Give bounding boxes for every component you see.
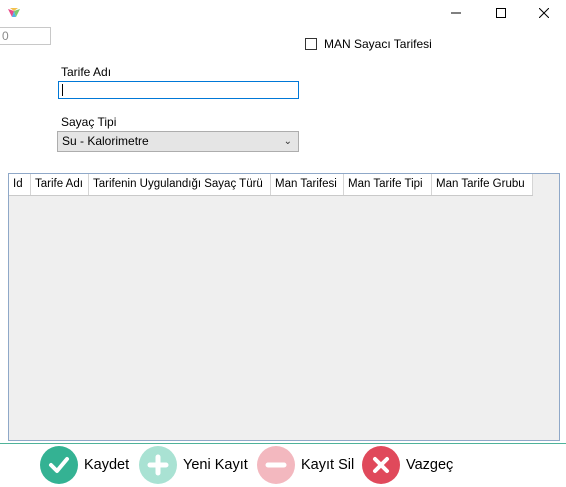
close-button[interactable] — [522, 0, 566, 26]
grid-header: Id Tarife Adı Tarifenin Uygulandığı Saya… — [9, 174, 533, 196]
chevron-down-icon: ⌄ — [283, 136, 292, 147]
new-record-button-label: Yeni Kayıt — [183, 457, 248, 473]
divider — [0, 443, 566, 444]
checkbox-box[interactable] — [305, 38, 317, 50]
x-icon — [362, 446, 400, 484]
minimize-button[interactable] — [434, 0, 478, 26]
sayac-tipi-value: Su - Kalorimetre — [62, 134, 149, 148]
close-icon — [539, 8, 549, 18]
tarife-grid[interactable]: Id Tarife Adı Tarifenin Uygulandığı Saya… — [8, 173, 560, 441]
delete-record-button-label: Kayıt Sil — [301, 457, 355, 473]
minus-icon — [257, 446, 295, 484]
id-field[interactable]: 0 — [0, 27, 51, 45]
cancel-button[interactable]: Vazgeç — [362, 446, 453, 484]
delete-record-button[interactable]: Kayıt Sil — [257, 446, 354, 484]
maximize-button[interactable] — [479, 0, 523, 26]
tarife-adi-input[interactable] — [58, 81, 299, 99]
sayac-tipi-label: Sayaç Tipi — [61, 115, 117, 129]
check-icon — [40, 446, 78, 484]
column-header-man-tarifesi[interactable]: Man Tarifesi — [271, 174, 344, 195]
column-header-man-tarife-grubu[interactable]: Man Tarife Grubu — [432, 174, 533, 195]
app-icon — [6, 5, 22, 21]
minimize-icon — [451, 12, 461, 14]
cancel-button-label: Vazgeç — [406, 457, 454, 473]
sayac-tipi-select[interactable]: Su - Kalorimetre ⌄ — [57, 131, 299, 152]
column-header-man-tarife-tipi[interactable]: Man Tarife Tipi — [344, 174, 432, 195]
save-button[interactable]: Kaydet — [40, 446, 129, 484]
maximize-icon — [496, 8, 506, 18]
tarife-adi-label: Tarife Adı — [61, 65, 112, 79]
column-header-id[interactable]: Id — [9, 174, 31, 195]
plus-icon — [139, 446, 177, 484]
title-bar — [0, 0, 566, 26]
text-caret — [62, 84, 63, 96]
column-header-tarife-adi[interactable]: Tarife Adı — [31, 174, 89, 195]
man-tarife-checkbox-label: MAN Sayacı Tarifesi — [324, 37, 432, 51]
save-button-label: Kaydet — [84, 457, 130, 473]
new-record-button[interactable]: Yeni Kayıt — [139, 446, 248, 484]
column-header-sayac-turu[interactable]: Tarifenin Uygulandığı Sayaç Türü — [89, 174, 271, 195]
man-tarife-checkbox[interactable]: MAN Sayacı Tarifesi — [305, 37, 432, 51]
